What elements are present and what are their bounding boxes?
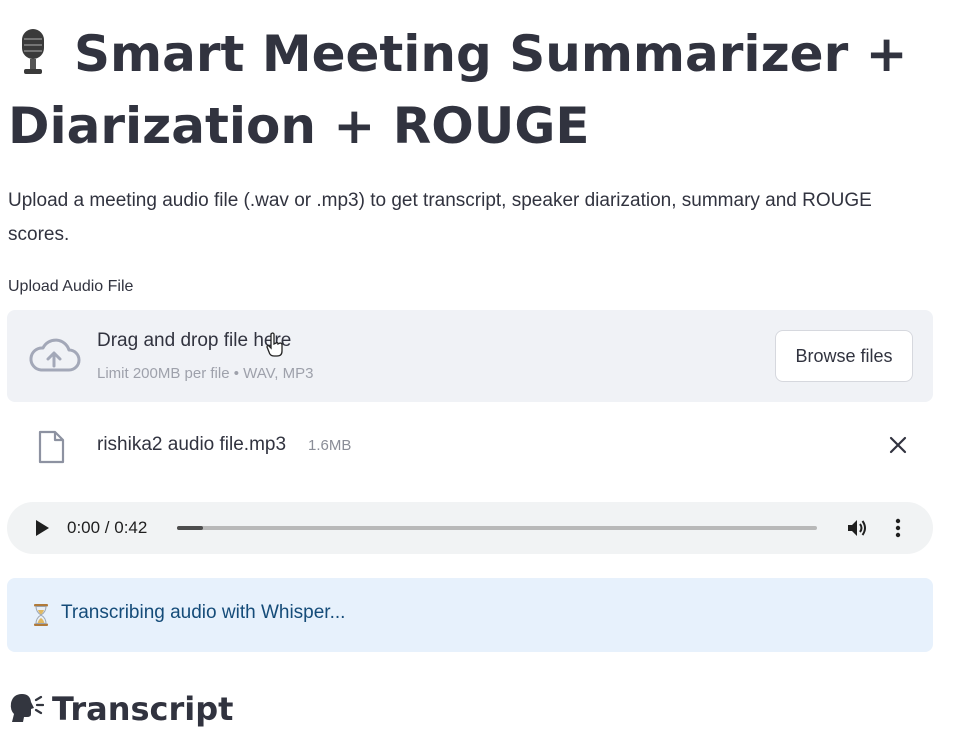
title-line2: Diarization + ROUGE (8, 97, 590, 155)
close-icon[interactable] (887, 434, 909, 456)
audio-progress-fill (177, 526, 203, 530)
file-dropzone[interactable]: Drag and drop file here Limit 200MB per … (7, 310, 933, 402)
microphone-icon (22, 29, 44, 74)
dropzone-limit: Limit 200MB per file • WAV, MP3 (97, 365, 314, 382)
status-info-box: Transcribing audio with Whisper... (7, 578, 933, 652)
transcript-heading-text: Transcript (52, 690, 234, 728)
more-vertical-icon[interactable] (891, 516, 905, 540)
uploaded-file-row: rishika2 audio file.mp3 1.6MB (7, 412, 933, 480)
speaking-head-icon (10, 694, 44, 722)
title-line1: Smart Meeting Summarizer + (74, 25, 908, 83)
cloud-upload-icon (29, 338, 81, 372)
file-size: 1.6MB (308, 437, 352, 454)
play-icon[interactable] (33, 518, 51, 538)
hand-cursor-icon (266, 332, 283, 357)
transcript-heading: Transcript (8, 690, 233, 728)
file-icon (38, 430, 65, 464)
app-page: Smart Meeting Summarizer + Diarization +… (0, 0, 965, 749)
page-description: Upload a meeting audio file (.wav or .mp… (8, 190, 872, 245)
status-message: Transcribing audio with Whisper... (61, 602, 346, 623)
file-name: rishika2 audio file.mp3 (97, 434, 287, 455)
audio-player: 0:00 / 0:42 (7, 502, 933, 554)
page-title: Smart Meeting Summarizer + Diarization +… (8, 18, 908, 162)
audio-progress-track[interactable] (177, 526, 817, 530)
upload-label: Upload Audio File (8, 278, 134, 295)
browse-files-button[interactable]: Browse files (775, 330, 913, 382)
hourglass-icon (34, 604, 48, 626)
dropzone-instruction: Drag and drop file here (97, 330, 292, 351)
audio-time: 0:00 / 0:42 (67, 518, 148, 537)
volume-icon[interactable] (845, 516, 869, 540)
